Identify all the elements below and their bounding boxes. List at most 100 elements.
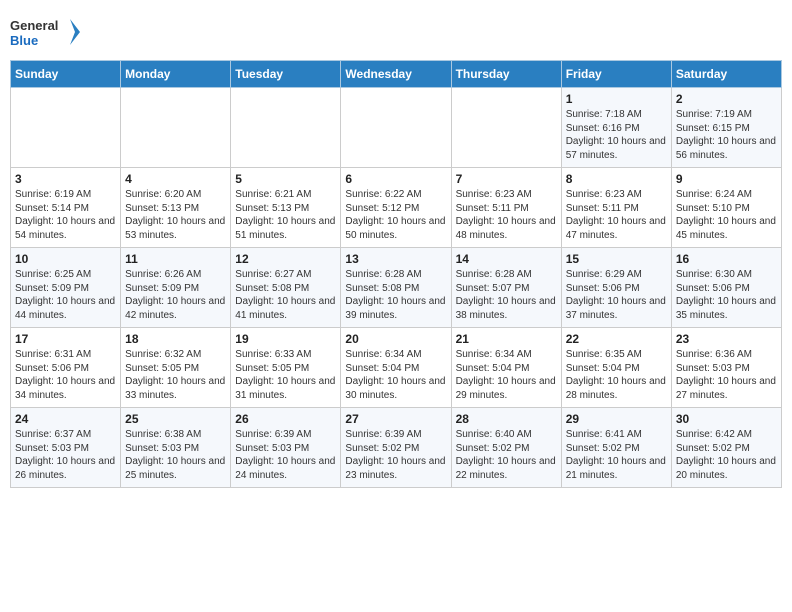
calendar-body: 1 Sunrise: 7:18 AM Sunset: 6:16 PM Daylig… [11,88,782,488]
logo: General Blue [10,14,80,54]
svg-text:General: General [10,18,58,33]
day-cell: 20 Sunrise: 6:34 AM Sunset: 5:04 PM Dayli… [341,328,451,408]
day-number: 25 [125,412,226,426]
day-number: 21 [456,332,557,346]
day-number: 2 [676,92,777,106]
week-row-1: 3 Sunrise: 6:19 AM Sunset: 5:14 PM Daylig… [11,168,782,248]
page-header: General Blue [10,10,782,54]
calendar-header: SundayMondayTuesdayWednesdayThursdayFrid… [11,61,782,88]
day-number: 11 [125,252,226,266]
day-number: 20 [345,332,446,346]
header-day-saturday: Saturday [671,61,781,88]
day-number: 14 [456,252,557,266]
header-day-sunday: Sunday [11,61,121,88]
day-cell: 10 Sunrise: 6:25 AM Sunset: 5:09 PM Dayli… [11,248,121,328]
day-cell: 5Sunrise: 6:21 AM Sunset: 5:13 PM Daylig… [231,168,341,248]
day-info: Sunrise: 6:38 AM Sunset: 5:03 PM Dayligh… [125,428,226,482]
day-number: 15 [566,252,667,266]
day-cell: 21 Sunrise: 6:34 AM Sunset: 5:04 PM Dayli… [451,328,561,408]
header-day-friday: Friday [561,61,671,88]
week-row-0: 1 Sunrise: 7:18 AM Sunset: 6:16 PM Daylig… [11,88,782,168]
day-info: Sunrise: 6:40 AM Sunset: 5:02 PM Dayligh… [456,428,557,482]
day-number: 5 [235,172,336,186]
day-number: 23 [676,332,777,346]
day-info: Sunrise: 7:19 AM Sunset: 6:15 PM Dayligh… [676,108,777,162]
day-info: Sunrise: 6:35 AM Sunset: 5:04 PM Dayligh… [566,348,667,402]
day-info: Sunrise: 6:31 AM Sunset: 5:06 PM Dayligh… [15,348,116,402]
week-row-3: 17 Sunrise: 6:31 AM Sunset: 5:06 PM Dayli… [11,328,782,408]
day-info: Sunrise: 6:36 AM Sunset: 5:03 PM Dayligh… [676,348,777,402]
svg-text:Blue: Blue [10,33,38,48]
day-number: 3 [15,172,116,186]
day-info: Sunrise: 6:27 AM Sunset: 5:08 PM Dayligh… [235,268,336,322]
day-number: 28 [456,412,557,426]
week-row-4: 24 Sunrise: 6:37 AM Sunset: 5:03 PM Dayli… [11,408,782,488]
day-info: Sunrise: 6:19 AM Sunset: 5:14 PM Dayligh… [15,188,116,242]
day-info: Sunrise: 6:23 AM Sunset: 5:11 PM Dayligh… [456,188,557,242]
day-number: 6 [345,172,446,186]
day-info: Sunrise: 6:39 AM Sunset: 5:02 PM Dayligh… [345,428,446,482]
day-info: Sunrise: 6:34 AM Sunset: 5:04 PM Dayligh… [456,348,557,402]
day-number: 10 [15,252,116,266]
day-info: Sunrise: 6:32 AM Sunset: 5:05 PM Dayligh… [125,348,226,402]
day-info: Sunrise: 6:41 AM Sunset: 5:02 PM Dayligh… [566,428,667,482]
day-info: Sunrise: 6:25 AM Sunset: 5:09 PM Dayligh… [15,268,116,322]
day-info: Sunrise: 6:23 AM Sunset: 5:11 PM Dayligh… [566,188,667,242]
day-number: 30 [676,412,777,426]
day-cell: 8 Sunrise: 6:23 AM Sunset: 5:11 PM Daylig… [561,168,671,248]
day-cell: 12Sunrise: 6:27 AM Sunset: 5:08 PM Dayli… [231,248,341,328]
day-cell [11,88,121,168]
day-number: 7 [456,172,557,186]
day-number: 1 [566,92,667,106]
header-day-tuesday: Tuesday [231,61,341,88]
day-number: 22 [566,332,667,346]
day-info: Sunrise: 6:42 AM Sunset: 5:02 PM Dayligh… [676,428,777,482]
day-cell [341,88,451,168]
day-number: 8 [566,172,667,186]
day-cell: 27 Sunrise: 6:39 AM Sunset: 5:02 PM Dayli… [341,408,451,488]
day-number: 17 [15,332,116,346]
day-cell: 26Sunrise: 6:39 AM Sunset: 5:03 PM Dayli… [231,408,341,488]
day-info: Sunrise: 6:34 AM Sunset: 5:04 PM Dayligh… [345,348,446,402]
day-number: 19 [235,332,336,346]
day-cell: 16 Sunrise: 6:30 AM Sunset: 5:06 PM Dayli… [671,248,781,328]
header-day-thursday: Thursday [451,61,561,88]
day-cell: 24 Sunrise: 6:37 AM Sunset: 5:03 PM Dayli… [11,408,121,488]
day-cell [451,88,561,168]
day-cell [231,88,341,168]
day-number: 16 [676,252,777,266]
day-cell: 13Sunrise: 6:28 AM Sunset: 5:08 PM Dayli… [341,248,451,328]
day-cell: 9Sunrise: 6:24 AM Sunset: 5:10 PM Daylig… [671,168,781,248]
header-day-wednesday: Wednesday [341,61,451,88]
day-cell: 14 Sunrise: 6:28 AM Sunset: 5:07 PM Dayli… [451,248,561,328]
day-cell: 7 Sunrise: 6:23 AM Sunset: 5:11 PM Daylig… [451,168,561,248]
day-cell: 30 Sunrise: 6:42 AM Sunset: 5:02 PM Dayli… [671,408,781,488]
calendar-table: SundayMondayTuesdayWednesdayThursdayFrid… [10,60,782,488]
day-cell: 23 Sunrise: 6:36 AM Sunset: 5:03 PM Dayli… [671,328,781,408]
header-row: SundayMondayTuesdayWednesdayThursdayFrid… [11,61,782,88]
day-number: 24 [15,412,116,426]
day-number: 29 [566,412,667,426]
day-cell: 22 Sunrise: 6:35 AM Sunset: 5:04 PM Dayli… [561,328,671,408]
header-day-monday: Monday [121,61,231,88]
day-cell: 19 Sunrise: 6:33 AM Sunset: 5:05 PM Dayli… [231,328,341,408]
day-cell: 4Sunrise: 6:20 AM Sunset: 5:13 PM Daylig… [121,168,231,248]
day-info: Sunrise: 6:30 AM Sunset: 5:06 PM Dayligh… [676,268,777,322]
day-info: Sunrise: 6:33 AM Sunset: 5:05 PM Dayligh… [235,348,336,402]
day-cell: 15Sunrise: 6:29 AM Sunset: 5:06 PM Dayli… [561,248,671,328]
day-cell: 3 Sunrise: 6:19 AM Sunset: 5:14 PM Daylig… [11,168,121,248]
day-info: Sunrise: 7:18 AM Sunset: 6:16 PM Dayligh… [566,108,667,162]
day-cell: 18 Sunrise: 6:32 AM Sunset: 5:05 PM Dayli… [121,328,231,408]
day-info: Sunrise: 6:37 AM Sunset: 5:03 PM Dayligh… [15,428,116,482]
day-number: 9 [676,172,777,186]
day-info: Sunrise: 6:28 AM Sunset: 5:07 PM Dayligh… [456,268,557,322]
day-number: 27 [345,412,446,426]
day-info: Sunrise: 6:28 AM Sunset: 5:08 PM Dayligh… [345,268,446,322]
day-number: 18 [125,332,226,346]
day-info: Sunrise: 6:26 AM Sunset: 5:09 PM Dayligh… [125,268,226,322]
day-cell: 1 Sunrise: 7:18 AM Sunset: 6:16 PM Daylig… [561,88,671,168]
day-cell: 2 Sunrise: 7:19 AM Sunset: 6:15 PM Daylig… [671,88,781,168]
day-info: Sunrise: 6:22 AM Sunset: 5:12 PM Dayligh… [345,188,446,242]
week-row-2: 10 Sunrise: 6:25 AM Sunset: 5:09 PM Dayli… [11,248,782,328]
day-cell: 11 Sunrise: 6:26 AM Sunset: 5:09 PM Dayli… [121,248,231,328]
